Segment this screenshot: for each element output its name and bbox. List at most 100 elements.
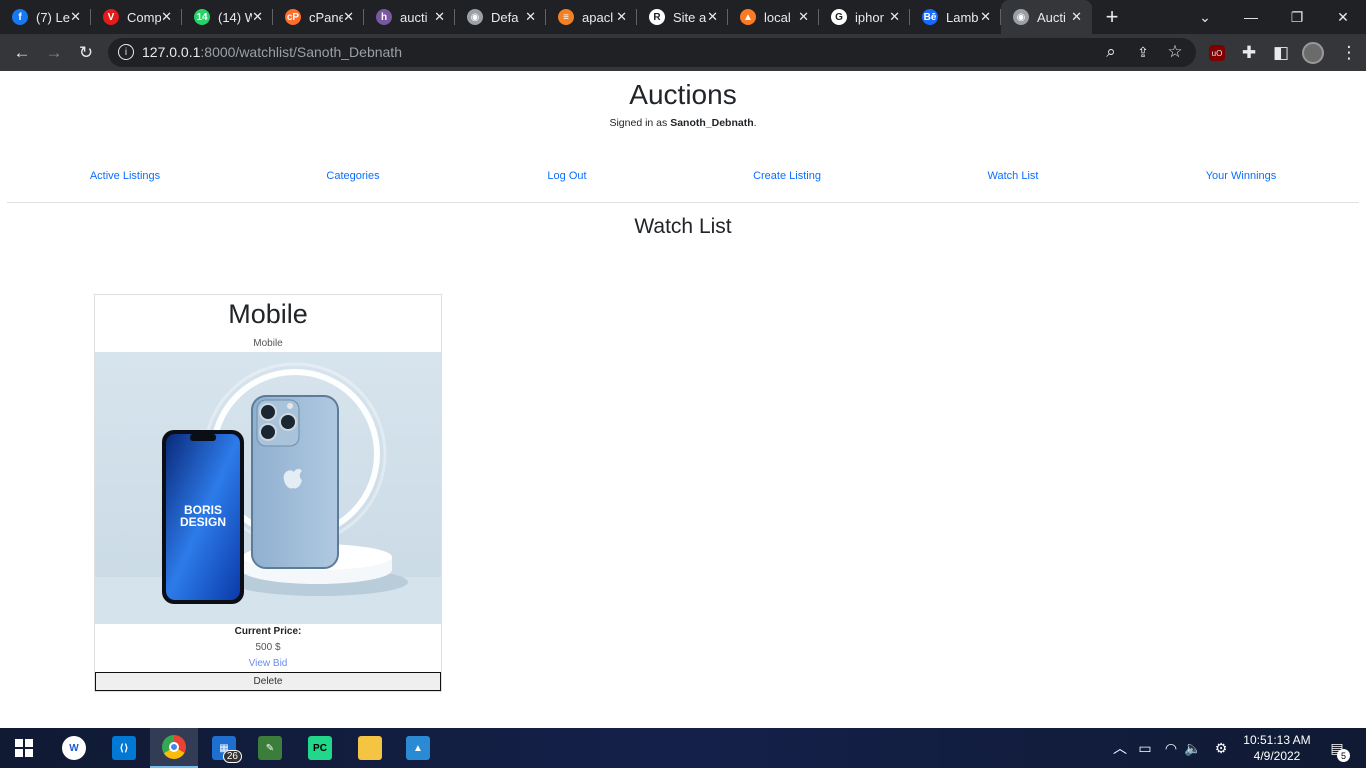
delete-button[interactable]: Delete	[95, 672, 441, 691]
new-tab-button[interactable]: +	[1092, 0, 1132, 34]
close-tab-icon[interactable]: ✕	[707, 9, 718, 25]
extensions-puzzle-icon[interactable]: ✚	[1236, 40, 1262, 66]
globe-icon: ◉	[1013, 9, 1029, 25]
nav-log-out[interactable]: Log Out	[547, 170, 586, 182]
battery-icon[interactable]: ▭	[1134, 728, 1156, 768]
notepad-icon: ✎	[258, 736, 282, 760]
close-tab-icon[interactable]: ✕	[161, 9, 172, 25]
v-logo-icon: V	[103, 9, 119, 25]
whatsapp-icon: 14	[194, 9, 210, 25]
close-tab-icon[interactable]: ✕	[889, 9, 900, 25]
share-icon[interactable]: ⇪	[1130, 39, 1156, 65]
ublock-extension-icon[interactable]: uO	[1204, 40, 1230, 66]
vscode-icon: ⟨⟩	[112, 736, 136, 760]
browser-tab[interactable]: Giphor ✕	[819, 0, 910, 34]
browser-tab[interactable]: f (7) Le ✕	[0, 0, 91, 34]
close-tab-icon[interactable]: ✕	[525, 9, 536, 25]
wifi-icon[interactable]: ◠	[1160, 728, 1182, 768]
listing-card: Mobile Mobile BORIS DESIGN Current Price…	[94, 294, 442, 692]
site-info-icon[interactable]: i	[118, 44, 134, 60]
reload-icon[interactable]: ↻	[73, 40, 99, 66]
taskbar-app-chrome[interactable]	[150, 728, 198, 768]
page-heading: Watch List	[634, 215, 732, 238]
bookmark-star-icon[interactable]: ☆	[1162, 39, 1188, 65]
store-badge: 26	[222, 750, 242, 763]
clock-time: 10:51:13 AM	[1243, 733, 1311, 747]
system-clock[interactable]: 10:51:13 AM 4/9/2022	[1238, 732, 1316, 764]
url-text: 127.0.0.1:8000/watchlist/Sanoth_Debnath	[142, 44, 402, 60]
tab-title: Site a	[673, 9, 707, 25]
main-nav: Active Listings Categories Log Out Creat…	[0, 170, 1366, 186]
page-content: Auctions Signed in as Sanoth_Debnath. Ac…	[0, 71, 1366, 728]
browser-tab[interactable]: V Comp ✕	[91, 0, 182, 34]
taskbar-app-photos[interactable]: ▲	[394, 728, 442, 768]
forward-icon[interactable]: →	[41, 40, 67, 66]
profile-avatar[interactable]	[1300, 40, 1326, 66]
browser-tab[interactable]: cP cPane ✕	[273, 0, 364, 34]
nav-active-listings[interactable]: Active Listings	[90, 170, 160, 182]
nav-watch-list[interactable]: Watch List	[988, 170, 1039, 182]
signed-in-text: Signed in as Sanoth_Debnath.	[609, 117, 757, 129]
browser-tab[interactable]: ◉ Aucti ✕	[1001, 0, 1092, 34]
windows-logo-icon	[15, 739, 33, 757]
heroku-icon: h	[376, 9, 392, 25]
taskbar-app-pycharm[interactable]: PC	[296, 728, 344, 768]
close-tab-icon[interactable]: ✕	[252, 9, 263, 25]
listing-image[interactable]: BORIS DESIGN	[95, 352, 441, 624]
start-button[interactable]	[0, 728, 48, 768]
browser-tab[interactable]: R Site a ✕	[637, 0, 728, 34]
xampp-icon: ▲	[740, 9, 756, 25]
browser-tab[interactable]: Bē Lamb ✕	[910, 0, 1001, 34]
close-window-icon[interactable]: ✕	[1320, 0, 1366, 34]
nav-create-listing[interactable]: Create Listing	[753, 170, 821, 182]
chrome-icon	[162, 735, 186, 759]
view-bid-link[interactable]: View Bid	[95, 658, 441, 669]
nav-categories[interactable]: Categories	[326, 170, 379, 182]
tab-title: local	[764, 9, 791, 25]
browser-tab[interactable]: ≡ apacl ✕	[546, 0, 637, 34]
pycharm-icon: PC	[308, 736, 332, 760]
volume-icon[interactable]: 🔈	[1182, 728, 1204, 768]
menu-kebab-icon[interactable]: ⋮	[1336, 40, 1362, 66]
restore-icon[interactable]: ❐	[1274, 0, 1320, 34]
facebook-icon: f	[12, 9, 28, 25]
clock-date: 4/9/2022	[1253, 749, 1301, 763]
wps-icon: W	[62, 736, 86, 760]
taskbar-app-notepad[interactable]: ✎	[246, 728, 294, 768]
site-title: Auctions	[629, 79, 737, 110]
browser-tab[interactable]: ▲ local ✕	[728, 0, 819, 34]
close-tab-icon[interactable]: ✕	[1071, 9, 1082, 25]
taskbar-app-vscode[interactable]: ⟨⟩	[100, 728, 148, 768]
google-icon: G	[831, 9, 847, 25]
show-hidden-icons-icon[interactable]: ︿	[1110, 728, 1130, 768]
side-panel-icon[interactable]: ◧	[1268, 40, 1294, 66]
address-bar[interactable]: i 127.0.0.1:8000/watchlist/Sanoth_Debnat…	[108, 38, 1196, 67]
tab-title: (7) Le	[36, 9, 70, 25]
close-tab-icon[interactable]: ✕	[343, 9, 354, 25]
taskbar-app-store[interactable]: ▦ 26	[200, 728, 248, 768]
tab-search-icon[interactable]: ⌄	[1182, 0, 1228, 34]
close-tab-icon[interactable]: ✕	[798, 9, 809, 25]
browser-tab[interactable]: ◉ Defa ✕	[455, 0, 546, 34]
divider	[7, 202, 1359, 203]
browser-tab[interactable]: 14 (14) W ✕	[182, 0, 273, 34]
close-tab-icon[interactable]: ✕	[70, 9, 81, 25]
tab-title: Lamb	[946, 9, 979, 25]
close-tab-icon[interactable]: ✕	[616, 9, 627, 25]
close-tab-icon[interactable]: ✕	[980, 9, 991, 25]
close-tab-icon[interactable]: ✕	[434, 9, 445, 25]
globe-icon: ◉	[467, 9, 483, 25]
image-brand-text-2: DESIGN	[180, 515, 226, 529]
nav-your-winnings[interactable]: Your Winnings	[1206, 170, 1277, 182]
behance-icon: Bē	[922, 9, 938, 25]
listing-title[interactable]: Mobile	[95, 299, 441, 330]
zoom-icon[interactable]: ⌕	[1098, 39, 1124, 65]
notifications-icon[interactable]: ▤ 5	[1322, 728, 1352, 768]
taskbar-app-wps[interactable]: W	[50, 728, 98, 768]
minimize-icon[interactable]: —	[1228, 0, 1274, 34]
browser-tab[interactable]: h aucti ✕	[364, 0, 455, 34]
settings-gear-icon[interactable]: ⚙	[1210, 728, 1232, 768]
price-value: 500 $	[255, 642, 281, 653]
back-icon[interactable]: ←	[9, 40, 35, 66]
taskbar-app-file-explorer[interactable]	[346, 728, 394, 768]
